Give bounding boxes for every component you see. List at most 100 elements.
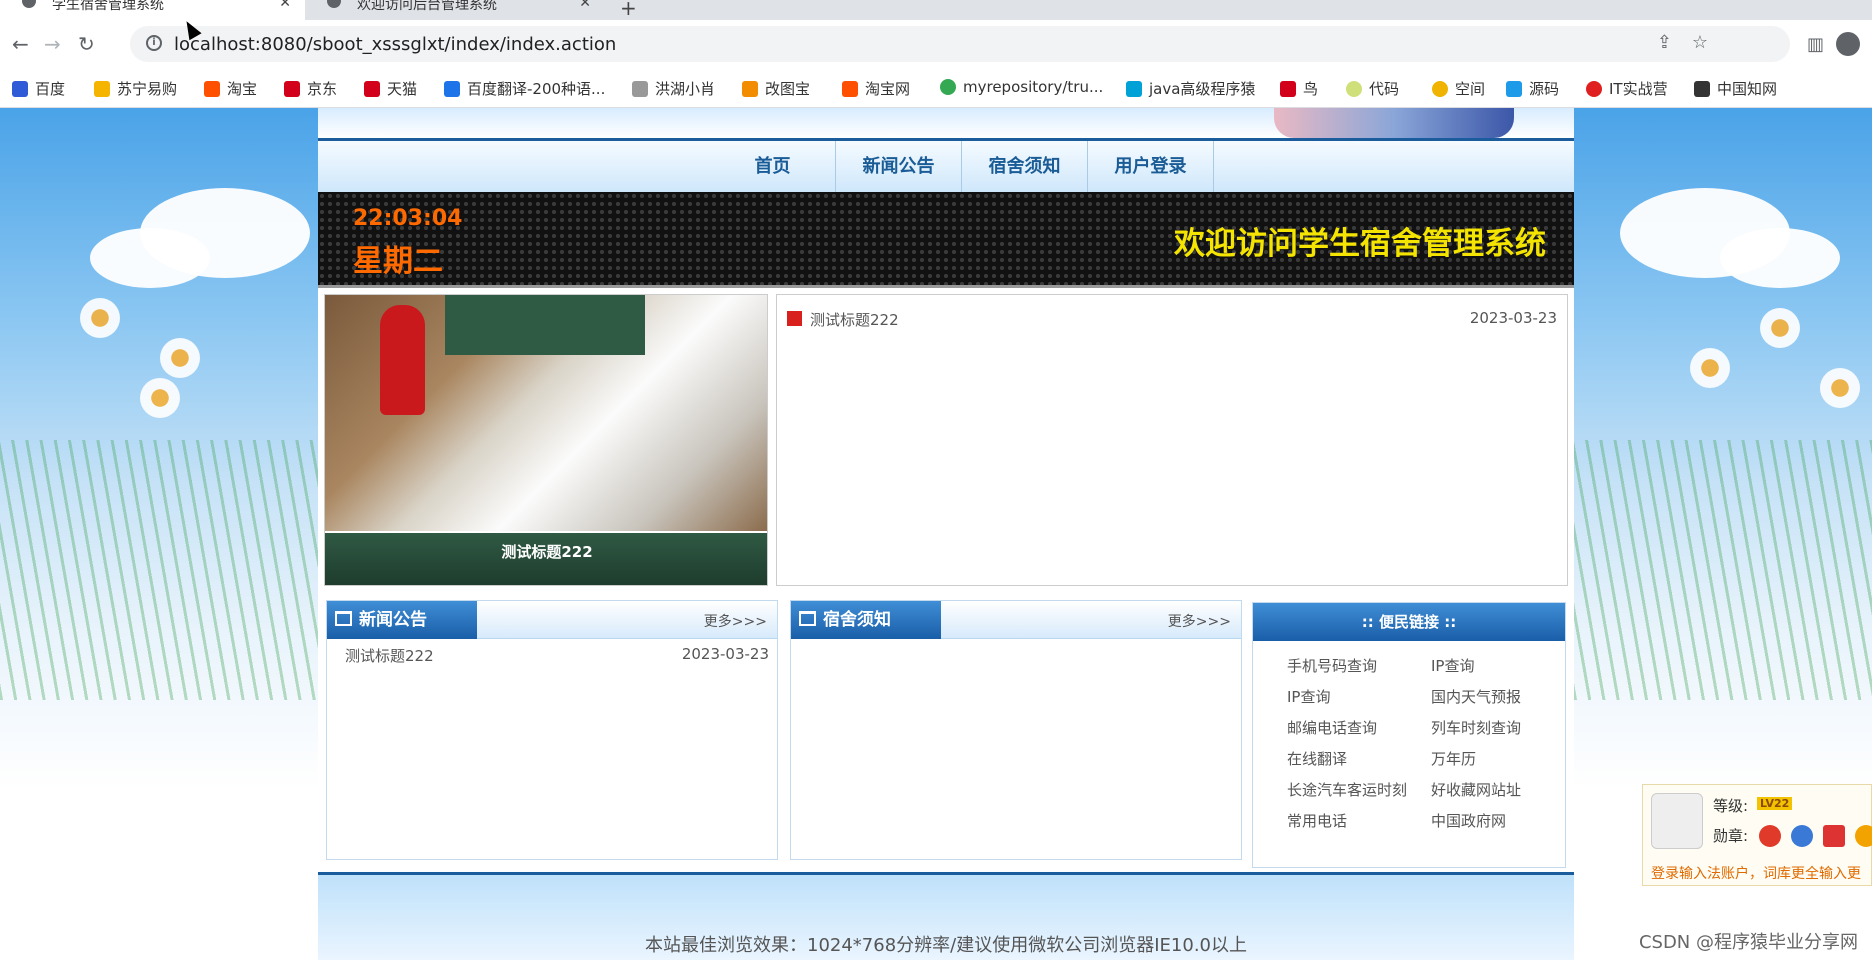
flower-decoration bbox=[1820, 368, 1860, 408]
taobao-icon bbox=[204, 81, 220, 97]
suning-icon bbox=[94, 81, 110, 97]
link-calendar[interactable]: 万年历 bbox=[1431, 748, 1476, 769]
featured-news-date: 2023-03-23 bbox=[1469, 309, 1557, 327]
bookmark-item[interactable]: 洪湖小肖 bbox=[632, 78, 715, 99]
ime-tip[interactable]: 登录输入法账户，词库更全输入更 bbox=[1651, 863, 1861, 883]
convenience-links: :: 便民链接 :: 手机号码查询 IP查询 IP查询 国内天气预报 邮编电话查… bbox=[1252, 602, 1566, 868]
cnki-icon bbox=[1694, 81, 1710, 97]
gaitubao-icon bbox=[742, 81, 758, 97]
banner-photo bbox=[1274, 108, 1514, 138]
news-list-item[interactable]: 测试标题222 2023-03-23 bbox=[345, 645, 769, 666]
bookmark-item[interactable]: IT实战营 bbox=[1586, 78, 1668, 99]
led-banner: 22:03:04 星期二 欢迎访问学生宿舍管理系统 bbox=[318, 192, 1574, 288]
link-translate[interactable]: 在线翻译 bbox=[1287, 748, 1347, 769]
medal-icon bbox=[1759, 825, 1781, 847]
bookmark-item[interactable]: 京东 bbox=[284, 78, 337, 99]
jd-icon bbox=[284, 81, 300, 97]
taobao-icon bbox=[842, 81, 858, 97]
link-phone-query[interactable]: 手机号码查询 bbox=[1287, 655, 1377, 676]
tab-active[interactable]: 学生宿舍管理系统 ✕ bbox=[0, 0, 305, 20]
level-label: 等级: bbox=[1713, 797, 1749, 815]
medal-label: 勋章: bbox=[1713, 827, 1749, 845]
book-icon bbox=[799, 611, 816, 626]
featured-news-title[interactable]: 测试标题222 bbox=[810, 311, 899, 329]
itzhan-icon bbox=[1586, 81, 1602, 97]
bookmark-item[interactable]: 代码 bbox=[1346, 78, 1399, 99]
globe-icon bbox=[327, 0, 341, 8]
flower-decoration bbox=[140, 378, 180, 418]
news-more-link[interactable]: 更多>>> bbox=[704, 611, 767, 631]
blackboard bbox=[445, 295, 645, 355]
clock-time: 22:03:04 bbox=[353, 206, 463, 231]
url-text[interactable]: localhost:8080/sboot_xsssglxt/index/inde… bbox=[174, 34, 616, 55]
link-bus[interactable]: 长途汽车客运时刻 bbox=[1287, 779, 1407, 800]
watermark: CSDN @程序猿毕业分享网 bbox=[1638, 932, 1858, 953]
news-item-title[interactable]: 测试标题222 bbox=[345, 647, 434, 665]
news-box-header: 新闻公告 更多>>> bbox=[327, 601, 777, 639]
baidu-icon bbox=[12, 81, 28, 97]
bookmark-item[interactable]: 源码 bbox=[1506, 78, 1559, 99]
slideshow[interactable]: 测试标题222 bbox=[324, 294, 768, 586]
link-postcode[interactable]: 邮编电话查询 bbox=[1287, 717, 1377, 738]
bookmark-item[interactable]: 空间 bbox=[1432, 78, 1485, 99]
link-ip-query[interactable]: IP查询 bbox=[1287, 686, 1330, 707]
notice-box: 宿舍须知 更多>>> bbox=[790, 600, 1242, 860]
bookmark-item[interactable]: 中国知网 bbox=[1694, 78, 1777, 99]
notice-more-link[interactable]: 更多>>> bbox=[1168, 611, 1231, 631]
notice-box-title: 宿舍须知 bbox=[791, 601, 941, 639]
bird-icon bbox=[1280, 81, 1296, 97]
sidepanel-icon[interactable]: ▥ bbox=[1807, 34, 1824, 55]
bookmark-item[interactable]: 百度 bbox=[12, 78, 65, 99]
back-icon[interactable]: ← bbox=[12, 32, 29, 56]
star-icon[interactable]: ☆ bbox=[1692, 32, 1708, 53]
link-gov[interactable]: 中国政府网 bbox=[1431, 810, 1506, 831]
url-input[interactable]: i localhost:8080/sboot_xsssglxt/index/in… bbox=[130, 26, 1790, 62]
bookmark-item[interactable]: 天猫 bbox=[364, 78, 417, 99]
globe-icon bbox=[22, 0, 36, 8]
bookmark-item[interactable]: 鸟 bbox=[1280, 78, 1318, 99]
tab-inactive[interactable]: 欢迎访问后台管理系统 ✕ bbox=[305, 0, 605, 20]
close-icon[interactable]: ✕ bbox=[279, 0, 291, 10]
bookmark-item[interactable]: 淘宝网 bbox=[842, 78, 910, 99]
bookmark-item[interactable]: 百度翻译-200种语... bbox=[444, 78, 605, 99]
link-phones[interactable]: 常用电话 bbox=[1287, 810, 1347, 831]
news-box: 新闻公告 更多>>> 测试标题222 2023-03-23 bbox=[326, 600, 778, 860]
nav-home[interactable]: 首页 bbox=[710, 141, 836, 195]
forward-icon[interactable]: → bbox=[44, 32, 61, 56]
flower-decoration bbox=[160, 338, 200, 378]
featured-news-panel: 测试标题222 2023-03-23 bbox=[776, 294, 1568, 586]
new-tab-button[interactable]: + bbox=[620, 0, 637, 20]
tab-title: 欢迎访问后台管理系统 bbox=[357, 0, 497, 13]
info-icon[interactable]: i bbox=[146, 35, 162, 51]
link-weather[interactable]: 国内天气预报 bbox=[1431, 686, 1521, 707]
notice-box-header: 宿舍须知 更多>>> bbox=[791, 601, 1241, 639]
ime-popup[interactable]: 等级: LV22 勋章: 登录输入法账户，词库更全输入更 bbox=[1642, 784, 1872, 886]
link-favorites[interactable]: 好收藏网站址 bbox=[1431, 779, 1521, 800]
share-icon[interactable]: ⇪ bbox=[1657, 32, 1672, 53]
slide-caption[interactable]: 测试标题222 bbox=[325, 541, 767, 562]
footer-text: 本站最佳浏览效果：1024*768分辨率/建议使用微软公司浏览器IE10.0以上 bbox=[645, 935, 1247, 956]
link-train[interactable]: 列车时刻查询 bbox=[1431, 717, 1521, 738]
medal-icon bbox=[1791, 825, 1813, 847]
tab-strip: 学生宿舍管理系统 ✕ 欢迎访问后台管理系统 ✕ + bbox=[0, 0, 1872, 20]
link-ip-query[interactable]: IP查询 bbox=[1431, 655, 1474, 676]
bookmark-item[interactable]: java高级程序猿 bbox=[1126, 78, 1255, 99]
teacher-figure bbox=[380, 305, 425, 415]
close-icon[interactable]: ✕ bbox=[579, 0, 591, 10]
nav-login[interactable]: 用户登录 bbox=[1088, 141, 1214, 195]
bookmark-item[interactable]: 淘宝 bbox=[204, 78, 257, 99]
source-icon bbox=[1506, 81, 1522, 97]
bookmark-item[interactable]: 改图宝 bbox=[742, 78, 810, 99]
nav-news[interactable]: 新闻公告 bbox=[836, 141, 962, 195]
medal-icon bbox=[1855, 825, 1872, 847]
profile-icon[interactable] bbox=[1836, 32, 1860, 56]
bookmark-item[interactable]: 苏宁易购 bbox=[94, 78, 177, 99]
featured-news-item[interactable]: 测试标题222 2023-03-23 bbox=[787, 309, 1557, 330]
nav-dorm-notice[interactable]: 宿舍须知 bbox=[962, 141, 1088, 195]
reload-icon[interactable]: ↻ bbox=[78, 32, 95, 56]
links-title: :: 便民链接 :: bbox=[1253, 603, 1565, 641]
bookmark-item[interactable]: myrepository/tru... bbox=[940, 78, 1103, 96]
medal-icon bbox=[1823, 825, 1845, 847]
news-icon bbox=[787, 311, 802, 326]
chrome-icon bbox=[940, 79, 956, 95]
